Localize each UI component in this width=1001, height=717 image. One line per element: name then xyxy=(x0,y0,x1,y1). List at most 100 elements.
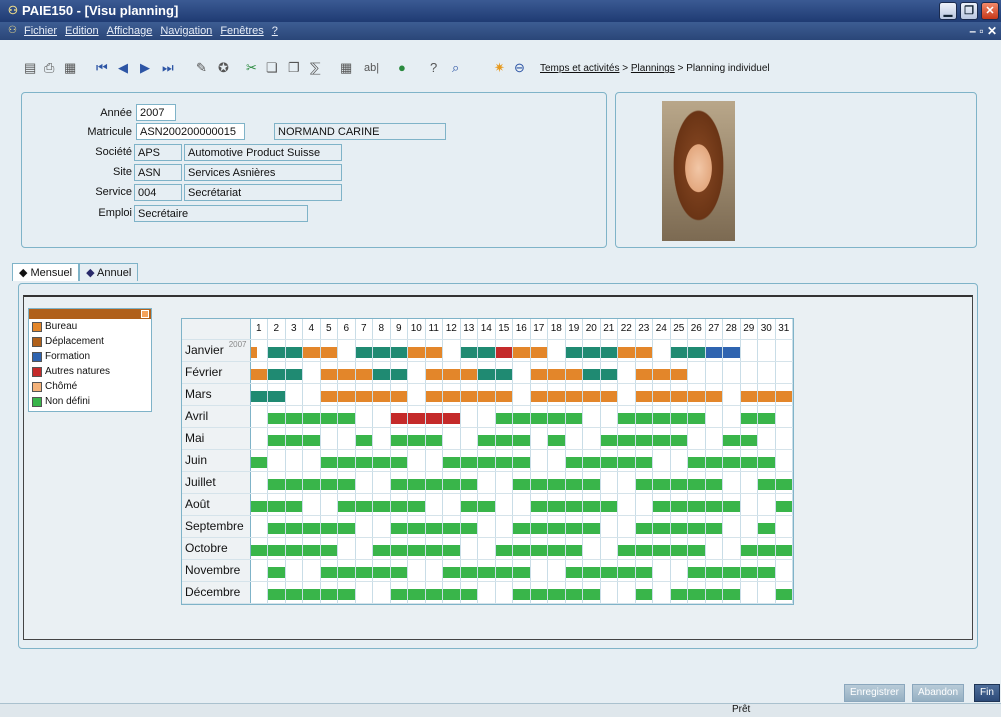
day-cell[interactable] xyxy=(757,581,776,604)
day-cell[interactable] xyxy=(495,405,513,428)
day-cell[interactable] xyxy=(355,361,373,384)
day-cell[interactable] xyxy=(617,559,636,582)
day-cell[interactable] xyxy=(495,559,513,582)
day-cell[interactable] xyxy=(267,427,286,450)
day-cell[interactable] xyxy=(372,515,391,538)
day-cell[interactable] xyxy=(565,471,583,494)
day-cell[interactable] xyxy=(320,471,338,494)
annee-field[interactable]: 2007 xyxy=(136,104,176,121)
menu-item-fentres[interactable]: Fenêtres xyxy=(220,25,263,37)
day-cell[interactable] xyxy=(407,339,426,362)
day-cell[interactable] xyxy=(530,581,548,604)
day-cell[interactable] xyxy=(512,405,531,428)
day-cell[interactable] xyxy=(740,471,758,494)
day-cell[interactable] xyxy=(705,515,723,538)
day-cell[interactable] xyxy=(775,559,793,582)
day-cell[interactable] xyxy=(722,449,741,472)
day-cell[interactable] xyxy=(460,405,478,428)
restore-icon[interactable]: ❐ xyxy=(960,2,978,20)
day-cell[interactable] xyxy=(582,361,601,384)
day-cell[interactable] xyxy=(547,405,566,428)
day-cell[interactable] xyxy=(355,471,373,494)
day-cell[interactable] xyxy=(390,559,408,582)
day-cell[interactable] xyxy=(617,361,636,384)
day-cell[interactable] xyxy=(372,449,391,472)
day-cell[interactable] xyxy=(337,493,356,516)
day-cell[interactable] xyxy=(477,339,496,362)
day-cell[interactable] xyxy=(565,515,583,538)
day-cell[interactable] xyxy=(407,493,426,516)
day-cell[interactable] xyxy=(757,471,776,494)
day-cell[interactable] xyxy=(582,471,601,494)
day-cell[interactable] xyxy=(775,581,793,604)
day-cell[interactable] xyxy=(407,405,426,428)
day-cell[interactable] xyxy=(477,493,496,516)
day-cell[interactable] xyxy=(337,383,356,406)
day-cell[interactable] xyxy=(320,515,338,538)
day-cell[interactable] xyxy=(425,471,443,494)
day-cell[interactable] xyxy=(687,581,706,604)
day-cell[interactable] xyxy=(722,515,741,538)
day-cell[interactable] xyxy=(635,339,653,362)
day-cell[interactable] xyxy=(372,537,391,560)
next-record-icon[interactable]: ▶ xyxy=(140,61,150,75)
day-cell[interactable] xyxy=(687,537,706,560)
day-cell[interactable] xyxy=(390,515,408,538)
day-cell[interactable] xyxy=(530,471,548,494)
day-cell[interactable] xyxy=(337,581,356,604)
day-cell[interactable] xyxy=(355,493,373,516)
day-cell[interactable] xyxy=(757,537,776,560)
day-cell[interactable] xyxy=(425,493,443,516)
search-icon[interactable]: ⌕ xyxy=(452,61,459,75)
day-cell[interactable] xyxy=(565,339,583,362)
day-cell[interactable] xyxy=(670,383,688,406)
day-cell[interactable] xyxy=(705,427,723,450)
day-cell[interactable] xyxy=(372,361,391,384)
day-cell[interactable] xyxy=(757,383,776,406)
day-cell[interactable] xyxy=(687,515,706,538)
day-cell[interactable] xyxy=(582,339,601,362)
day-cell[interactable] xyxy=(460,449,478,472)
day-cell[interactable] xyxy=(565,383,583,406)
day-cell[interactable] xyxy=(740,339,758,362)
day-cell[interactable] xyxy=(600,559,618,582)
day-cell[interactable] xyxy=(250,449,268,472)
day-cell[interactable] xyxy=(705,471,723,494)
day-cell[interactable] xyxy=(302,515,321,538)
day-cell[interactable] xyxy=(635,383,653,406)
day-cell[interactable] xyxy=(425,405,443,428)
day-cell[interactable] xyxy=(285,537,303,560)
day-cell[interactable] xyxy=(652,339,671,362)
day-cell[interactable] xyxy=(530,515,548,538)
menu-item-fichier[interactable]: Fichier xyxy=(24,25,57,37)
day-cell[interactable] xyxy=(547,427,566,450)
day-cell[interactable] xyxy=(250,427,268,450)
day-cell[interactable] xyxy=(775,405,793,428)
day-cell[interactable] xyxy=(722,405,741,428)
day-cell[interactable] xyxy=(687,361,706,384)
day-cell[interactable] xyxy=(302,537,321,560)
day-cell[interactable] xyxy=(285,339,303,362)
day-cell[interactable] xyxy=(425,361,443,384)
day-cell[interactable] xyxy=(407,581,426,604)
day-cell[interactable] xyxy=(372,559,391,582)
day-cell[interactable] xyxy=(547,515,566,538)
day-cell[interactable] xyxy=(320,449,338,472)
day-cell[interactable] xyxy=(285,515,303,538)
day-cell[interactable] xyxy=(337,537,356,560)
day-cell[interactable] xyxy=(407,383,426,406)
day-cell[interactable] xyxy=(390,581,408,604)
day-cell[interactable] xyxy=(722,427,741,450)
day-cell[interactable] xyxy=(722,361,741,384)
day-cell[interactable] xyxy=(320,361,338,384)
day-cell[interactable] xyxy=(670,449,688,472)
day-cell[interactable] xyxy=(460,339,478,362)
day-cell[interactable] xyxy=(582,515,601,538)
first-record-icon[interactable]: ⏮ xyxy=(96,61,108,75)
day-cell[interactable] xyxy=(582,581,601,604)
day-cell[interactable] xyxy=(512,427,531,450)
day-cell[interactable] xyxy=(512,515,531,538)
day-cell[interactable] xyxy=(337,449,356,472)
mdi-controls[interactable]: – ▫ ✕ xyxy=(969,24,997,38)
day-cell[interactable] xyxy=(547,471,566,494)
